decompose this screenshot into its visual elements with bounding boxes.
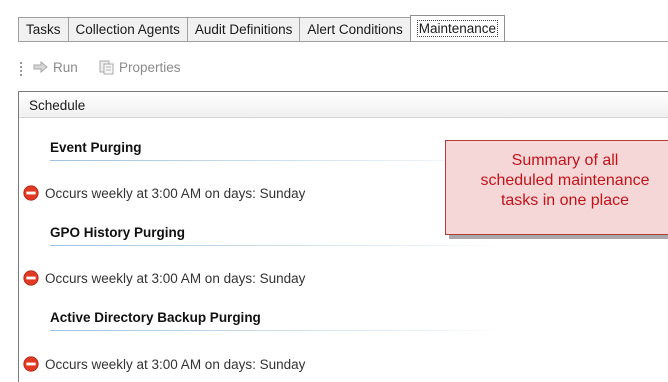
disabled-icon	[23, 356, 39, 372]
toolbar: Run Properties	[18, 42, 668, 91]
tab-label: Maintenance	[416, 20, 499, 37]
callout-annotation: Summary of all scheduled maintenance tas…	[445, 140, 668, 235]
maintenance-list: Schedule Event Purging Occurs weekly at …	[18, 91, 668, 382]
arrow-right-icon	[33, 60, 48, 74]
group-separator	[50, 330, 510, 331]
callout-line-1: Summary of all	[511, 152, 619, 169]
column-header-schedule[interactable]: Schedule	[19, 92, 668, 118]
tab-label: Tasks	[26, 22, 61, 37]
tab-tasks[interactable]: Tasks	[18, 17, 69, 41]
group-separator	[50, 160, 510, 161]
group-title-gpo-history-purging: GPO History Purging	[50, 225, 186, 240]
list-item-gpo-history-purging[interactable]: Occurs weekly at 3:00 AM on days: Sunday	[23, 270, 305, 286]
run-label: Run	[53, 59, 78, 75]
toolbar-grip[interactable]	[20, 62, 22, 76]
callout-line-3: tasks in one place	[500, 192, 630, 209]
tab-audit-definitions[interactable]: Audit Definitions	[186, 17, 301, 41]
group-title-active-directory-backup-purging: Active Directory Backup Purging	[50, 310, 261, 325]
list-item-active-directory-backup-purging[interactable]: Occurs weekly at 3:00 AM on days: Sunday	[23, 356, 305, 372]
tab-collection-agents[interactable]: Collection Agents	[67, 17, 188, 41]
group-separator	[50, 245, 510, 246]
tab-label: Alert Conditions	[307, 22, 403, 37]
schedule-text: Occurs weekly at 3:00 AM on days: Sunday	[45, 356, 306, 372]
list-item-event-purging[interactable]: Occurs weekly at 3:00 AM on days: Sunday	[23, 185, 305, 201]
tab-strip: Tasks Collection Agents Audit Definition…	[0, 0, 668, 42]
properties-button[interactable]: Properties	[98, 59, 181, 75]
schedule-text: Occurs weekly at 3:00 AM on days: Sunday	[45, 270, 306, 286]
group-title-event-purging: Event Purging	[50, 140, 142, 155]
tab-label: Collection Agents	[75, 22, 180, 37]
run-button[interactable]: Run	[32, 59, 78, 75]
schedule-text: Occurs weekly at 3:00 AM on days: Sunday	[45, 185, 306, 201]
disabled-icon	[23, 270, 39, 286]
properties-label: Properties	[119, 59, 181, 75]
column-header-label: Schedule	[29, 98, 86, 113]
properties-icon	[99, 60, 114, 75]
callout-line-2: scheduled maintenance	[480, 172, 650, 189]
tab-label: Audit Definitions	[194, 22, 293, 37]
tab-maintenance[interactable]: Maintenance	[409, 15, 506, 41]
tab-bar: Tasks Collection Agents Audit Definition…	[18, 15, 506, 42]
tab-alert-conditions[interactable]: Alert Conditions	[299, 17, 411, 41]
disabled-icon	[23, 185, 39, 201]
